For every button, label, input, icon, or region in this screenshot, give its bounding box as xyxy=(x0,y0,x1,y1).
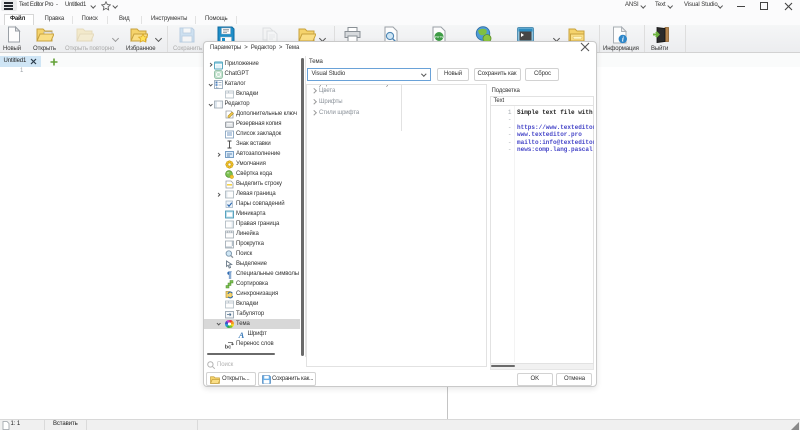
svg-text:¶: ¶ xyxy=(227,270,232,279)
svg-text:bc: bc xyxy=(225,344,231,349)
svg-text:i: i xyxy=(622,36,624,44)
svg-text:POTS: POTS xyxy=(435,35,443,39)
svg-text:A: A xyxy=(237,330,244,339)
